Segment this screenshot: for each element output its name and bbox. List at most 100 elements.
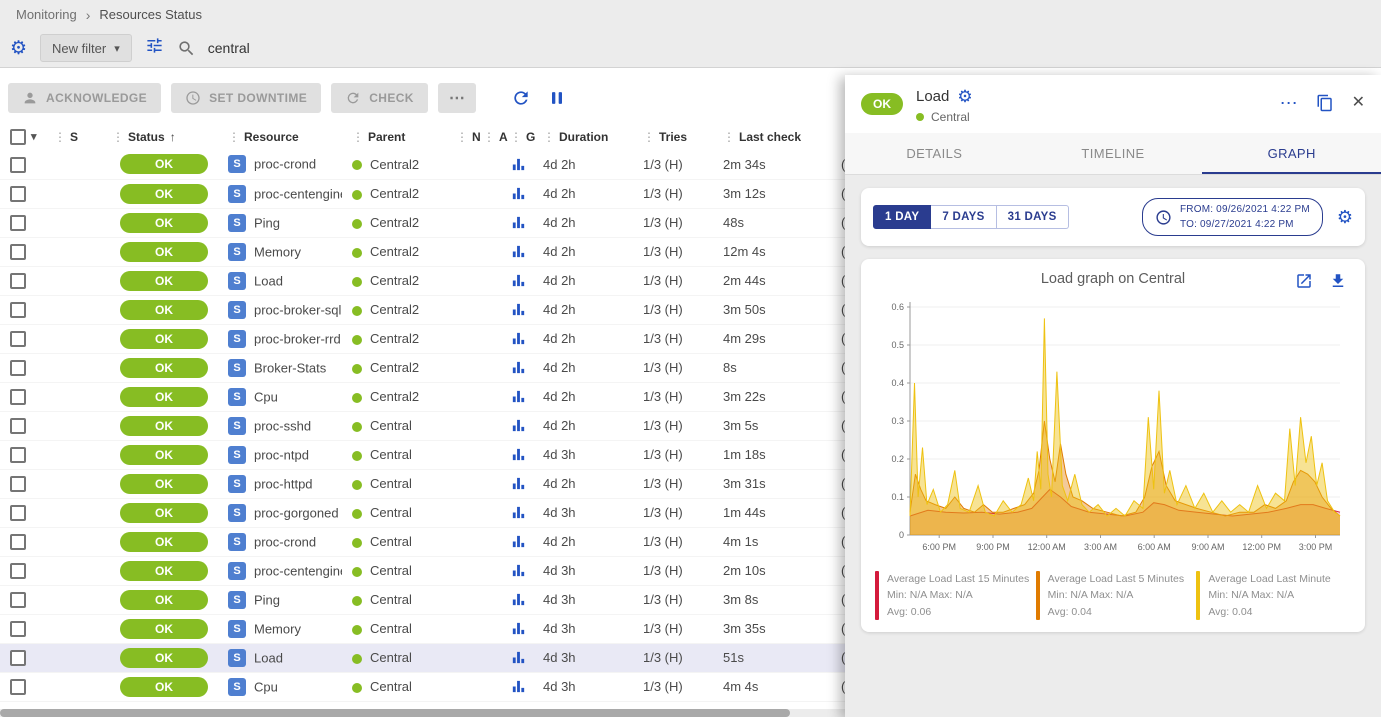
legend-item[interactable]: Average Load Last 15 Minutes Min: N/A Ma… (875, 571, 1030, 620)
drag-handle-icon[interactable]: ⋮ (352, 130, 364, 144)
row-checkbox[interactable] (10, 215, 26, 231)
parent-name[interactable]: Central (370, 621, 412, 636)
drag-handle-icon[interactable]: ⋮ (456, 130, 468, 144)
resource-name[interactable]: Memory (254, 244, 301, 259)
row-checkbox[interactable] (10, 186, 26, 202)
parent-name[interactable]: Central2 (370, 244, 419, 259)
resource-name[interactable]: Ping (254, 592, 280, 607)
resource-name[interactable]: proc-ntpd (254, 447, 309, 462)
parent-name[interactable]: Central (370, 592, 412, 607)
drag-handle-icon[interactable]: ⋮ (112, 130, 124, 144)
row-checkbox[interactable] (10, 505, 26, 521)
parent-name[interactable]: Central (370, 418, 412, 433)
more-actions-button[interactable]: ⋯ (438, 83, 476, 113)
scrollbar-thumb[interactable] (0, 709, 790, 717)
panel-close-button[interactable]: ✕ (1352, 95, 1365, 111)
graph-icon[interactable] (510, 359, 527, 376)
resource-name[interactable]: Ping (254, 215, 280, 230)
resource-name[interactable]: proc-gorgoned (254, 505, 339, 520)
drag-handle-icon[interactable]: ⋮ (543, 130, 555, 144)
row-checkbox[interactable] (10, 302, 26, 318)
tab-details[interactable]: DETAILS (845, 133, 1024, 174)
range-31-days-button[interactable]: 31 DAYS (997, 205, 1069, 229)
resource-name[interactable]: Memory (254, 621, 301, 636)
parent-name[interactable]: Central (370, 476, 412, 491)
header-duration[interactable]: ⋮Duration (533, 123, 633, 150)
row-checkbox[interactable] (10, 157, 26, 173)
resource-name[interactable]: proc-centengine (254, 563, 342, 578)
graph-icon[interactable] (510, 272, 527, 289)
parent-name[interactable]: Central (370, 505, 412, 520)
panel-settings-gear-icon[interactable]: ⚙ (957, 88, 972, 105)
row-checkbox[interactable] (10, 244, 26, 260)
row-checkbox[interactable] (10, 650, 26, 666)
drag-handle-icon[interactable]: ⋮ (228, 130, 240, 144)
acknowledge-button[interactable]: ACKNOWLEDGE (8, 83, 161, 113)
advanced-filter-icon[interactable] (145, 36, 164, 60)
refresh-button[interactable] (508, 85, 534, 111)
parent-name[interactable]: Central2 (370, 157, 419, 172)
search-input[interactable]: central (208, 40, 250, 56)
legend-item[interactable]: Average Load Last Minute Min: N/A Max: N… (1196, 571, 1351, 620)
row-checkbox[interactable] (10, 418, 26, 434)
check-button[interactable]: CHECK (331, 83, 428, 113)
parent-name[interactable]: Central (370, 679, 412, 694)
graph-icon[interactable] (510, 562, 527, 579)
resource-name[interactable]: Load (254, 650, 283, 665)
drag-handle-icon[interactable]: ⋮ (510, 130, 522, 144)
parent-name[interactable]: Central2 (370, 273, 419, 288)
sort-asc-icon[interactable]: ↑ (170, 130, 176, 144)
graph-icon[interactable] (510, 446, 527, 463)
graph-icon[interactable] (510, 156, 527, 173)
graph-icon[interactable] (510, 678, 527, 695)
row-checkbox[interactable] (10, 534, 26, 550)
drag-handle-icon[interactable]: ⋮ (54, 130, 66, 144)
resource-name[interactable]: proc-centengine (254, 186, 342, 201)
row-checkbox[interactable] (10, 476, 26, 492)
drag-handle-icon[interactable]: ⋮ (723, 130, 735, 144)
header-tries[interactable]: ⋮Tries (633, 123, 713, 150)
graph-icon[interactable] (510, 504, 527, 521)
graph-icon[interactable] (510, 301, 527, 318)
row-checkbox[interactable] (10, 331, 26, 347)
graph-icon[interactable] (510, 620, 527, 637)
resource-name[interactable]: proc-httpd (254, 476, 313, 491)
open-graph-in-new-button[interactable] (1295, 272, 1313, 293)
resource-name[interactable]: proc-crond (254, 157, 316, 172)
panel-more-button[interactable]: ⋯ (1280, 94, 1298, 112)
resource-name[interactable]: Broker-Stats (254, 360, 326, 375)
graph-icon[interactable] (510, 475, 527, 492)
filter-settings-gear-icon[interactable]: ⚙ (10, 39, 27, 58)
parent-name[interactable]: Central (370, 650, 412, 665)
row-checkbox[interactable] (10, 389, 26, 405)
parent-name[interactable]: Central2 (370, 215, 419, 230)
tab-timeline[interactable]: TIMELINE (1024, 133, 1203, 174)
copy-link-button[interactable] (1316, 94, 1334, 112)
pause-refresh-button[interactable] (544, 85, 570, 111)
graph-icon[interactable] (510, 214, 527, 231)
breadcrumb-item-monitoring[interactable]: Monitoring (16, 7, 77, 22)
set-downtime-button[interactable]: SET DOWNTIME (171, 83, 321, 113)
resource-name[interactable]: proc-broker-sql (254, 302, 341, 317)
parent-name[interactable]: Central (370, 563, 412, 578)
tab-graph[interactable]: GRAPH (1202, 133, 1381, 174)
range-7-days-button[interactable]: 7 DAYS (931, 205, 996, 229)
parent-name[interactable]: Central2 (370, 331, 419, 346)
drag-handle-icon[interactable]: ⋮ (483, 130, 495, 144)
graph-icon[interactable] (510, 649, 527, 666)
search-field[interactable]: central (177, 39, 250, 58)
row-checkbox[interactable] (10, 273, 26, 289)
graph-icon[interactable] (510, 243, 527, 260)
header-resource[interactable]: ⋮Resource (218, 123, 342, 150)
graph-icon[interactable] (510, 388, 527, 405)
row-checkbox[interactable] (10, 679, 26, 695)
parent-name[interactable]: Central2 (370, 186, 419, 201)
resource-name[interactable]: proc-broker-rrd (254, 331, 341, 346)
graph-icon[interactable] (510, 330, 527, 347)
custom-time-period[interactable]: FROM: 09/26/2021 4:22 PM TO: 09/27/2021 … (1142, 198, 1323, 236)
parent-name[interactable]: Central2 (370, 389, 419, 404)
new-filter-dropdown[interactable]: New filter ▾ (40, 34, 132, 62)
parent-name[interactable]: Central2 (370, 302, 419, 317)
parent-name[interactable]: Central (370, 534, 412, 549)
graph-icon[interactable] (510, 533, 527, 550)
